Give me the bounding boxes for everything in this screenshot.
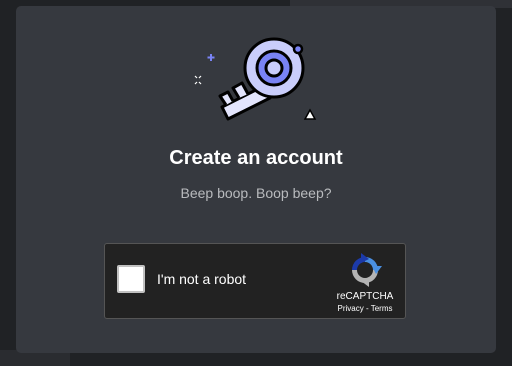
recaptcha-logo-icon	[352, 253, 382, 287]
recaptcha-brand: reCAPTCHA	[336, 291, 394, 302]
robot-checkbox-label: I'm not a robot	[157, 271, 247, 287]
recaptcha-links: Privacy - Terms	[325, 304, 405, 313]
terms-link[interactable]: Terms	[371, 304, 393, 313]
links-separator: -	[363, 304, 371, 313]
privacy-link[interactable]: Privacy	[338, 304, 364, 313]
robot-checkbox[interactable]	[117, 265, 145, 293]
key-head	[243, 37, 305, 99]
sparkle-icon	[207, 54, 215, 61]
triangle-icon	[303, 108, 317, 120]
sparkle-x-icon	[194, 75, 202, 85]
page-subtitle: Beep boop. Boop beep?	[180, 185, 332, 201]
create-account-modal: Create an account Beep boop. Boop beep? …	[16, 6, 496, 353]
page-title: Create an account	[169, 147, 343, 169]
key-illustration	[194, 37, 317, 121]
recaptcha-widget: I'm not a robot reCAPTCHA Privacy - Term…	[104, 243, 406, 319]
